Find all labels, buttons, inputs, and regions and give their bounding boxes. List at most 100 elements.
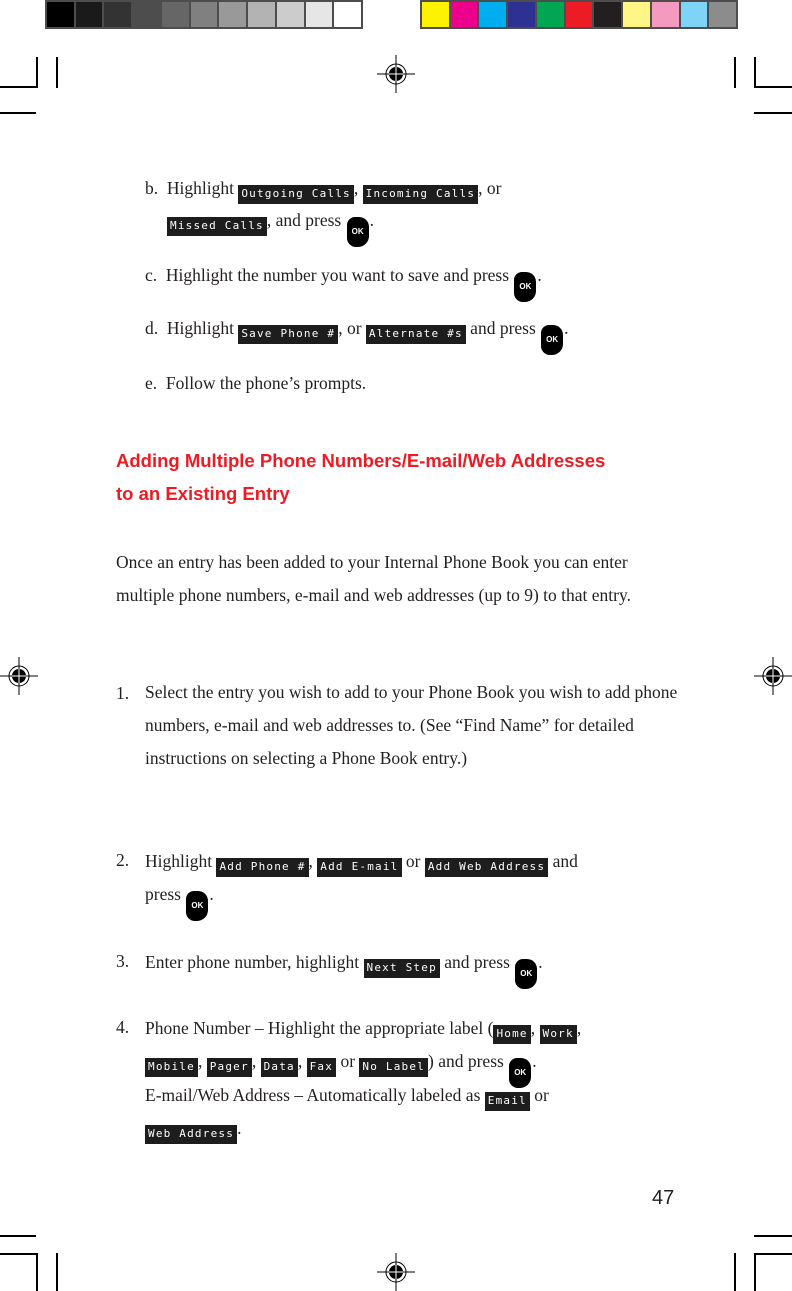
lcd-label-next-step: Next Step: [363, 959, 440, 978]
step-number: 2.: [116, 850, 130, 870]
color-swatch: [508, 2, 535, 27]
color-swatch: [709, 2, 737, 27]
step-text: Follow the phone’s prompts.: [165, 373, 367, 393]
step-text: Highlight the number you want to save an…: [165, 265, 514, 285]
step-2-line2: press OK.: [145, 882, 214, 921]
lcd-label-missed-calls: Missed Calls: [167, 217, 267, 236]
crop-mark: [0, 1253, 36, 1255]
step-text: and press: [439, 952, 515, 972]
lcd-label-work: Work: [539, 1025, 577, 1044]
registration-mark-icon: [377, 55, 415, 93]
step-text: ,: [576, 1018, 582, 1038]
lcd-label-save-phone: Save Phone #: [238, 325, 339, 344]
gray-swatch: [133, 2, 160, 27]
color-swatch: [479, 2, 507, 27]
lcd-label-outgoing-calls: Outgoing Calls: [238, 185, 354, 204]
registration-mark-icon: [754, 657, 792, 695]
registration-mark-icon: [377, 1253, 415, 1291]
step-text: ,: [530, 1018, 540, 1038]
sub-step-e: e. Follow the phone’s prompts.: [145, 371, 366, 395]
crop-mark: [0, 86, 36, 88]
lcd-label-web-address: Web Address: [145, 1125, 238, 1144]
step-text: Enter phone number, highlight: [145, 952, 364, 972]
step-text: .: [237, 1118, 242, 1138]
lcd-label-add-phone: Add Phone #: [216, 858, 309, 877]
sub-step-b-cont: Missed Calls, and press OK.: [167, 208, 374, 247]
gray-swatch: [161, 2, 189, 27]
step-text: ,: [297, 1051, 307, 1071]
process-color-bar: [420, 0, 738, 29]
section-heading: Adding Multiple Phone Numbers/E-mail/Web…: [116, 450, 606, 471]
ok-key-icon: OK: [514, 272, 537, 302]
lcd-label-pager: Pager: [206, 1058, 252, 1077]
step-marker: d.: [145, 318, 159, 338]
ok-key-icon: OK: [541, 325, 564, 355]
lcd-label-no-label: No Label: [359, 1058, 428, 1077]
step-text: , or: [478, 178, 502, 198]
sub-step-d: d. Highlight Save Phone #, or Alternate …: [145, 316, 569, 355]
crop-mark: [734, 1253, 736, 1291]
gray-swatch: [276, 2, 304, 27]
step-text: Highlight: [166, 178, 239, 198]
color-swatch: [623, 2, 650, 27]
gray-swatch: [75, 2, 103, 27]
gray-swatch: [190, 2, 218, 27]
crop-mark: [0, 112, 36, 114]
step-4-line3: E-mail/Web Address – Automatically label…: [145, 1083, 549, 1111]
step-text: and press: [465, 318, 541, 338]
step-text: .: [537, 265, 542, 285]
lcd-label-home: Home: [493, 1025, 531, 1044]
crop-mark: [734, 57, 736, 88]
intro-paragraph: Once an entry has been added to your Int…: [116, 552, 631, 605]
gray-swatch: [104, 2, 132, 27]
page-number: 47: [652, 1187, 675, 1209]
gray-swatch: [334, 2, 362, 27]
gray-swatch: [305, 2, 333, 27]
step-text: ,: [308, 851, 318, 871]
sub-step-c: c. Highlight the number you want to save…: [145, 263, 542, 302]
color-swatch: [536, 2, 564, 27]
ok-key-icon: OK: [346, 217, 369, 247]
gray-swatch: [219, 2, 247, 27]
crop-mark: [56, 1253, 58, 1291]
step-text: .: [369, 210, 374, 230]
step-text: or: [401, 851, 425, 871]
ok-key-icon: OK: [515, 959, 538, 989]
step-text: .: [538, 952, 543, 972]
gray-swatch: [248, 2, 275, 27]
lcd-label-fax: Fax: [306, 1058, 337, 1077]
lcd-label-alternate: Alternate #s: [365, 325, 466, 344]
step-1-text: Select the entry you wish to add to your…: [145, 682, 678, 768]
step-text: ) and press: [428, 1051, 509, 1071]
step-text: E-mail/Web Address – Automatically label…: [145, 1085, 485, 1105]
crop-mark: [36, 1253, 38, 1291]
step-2-line1: Highlight Add Phone #, Add E-mail or Add…: [145, 849, 578, 877]
step-text: .: [532, 1051, 537, 1071]
step-marker: b.: [145, 178, 159, 198]
step-marker: e.: [145, 373, 158, 393]
step-text: and: [548, 851, 578, 871]
ok-key-icon: OK: [186, 891, 209, 921]
step-3-text: Enter phone number, highlight Next Step …: [145, 950, 543, 989]
lcd-label-mobile: Mobile: [145, 1058, 198, 1077]
color-swatch: [680, 2, 708, 27]
step-number: 1.: [116, 683, 130, 703]
crop-mark: [754, 1235, 792, 1237]
crop-mark: [56, 57, 58, 88]
grayscale-color-bar: [45, 0, 363, 29]
step-text: Phone Number – Highlight the appropriate…: [145, 1018, 494, 1038]
crop-mark: [0, 1235, 36, 1237]
step-text: , and press: [266, 210, 346, 230]
color-swatch: [450, 2, 478, 27]
crop-mark: [754, 86, 792, 88]
step-number: 3.: [116, 951, 130, 971]
color-swatch: [651, 2, 679, 27]
lcd-label-add-web-address: Add Web Address: [424, 858, 549, 877]
sub-step-b: b. Highlight Outgoing Calls, Incoming Ca…: [145, 176, 501, 204]
gray-swatch: [47, 2, 74, 27]
step-text: or: [336, 1051, 360, 1071]
crop-mark: [754, 1253, 756, 1291]
lcd-label-add-email: Add E-mail: [317, 858, 402, 877]
lcd-label-incoming-calls: Incoming Calls: [362, 185, 479, 204]
color-swatch: [422, 2, 449, 27]
